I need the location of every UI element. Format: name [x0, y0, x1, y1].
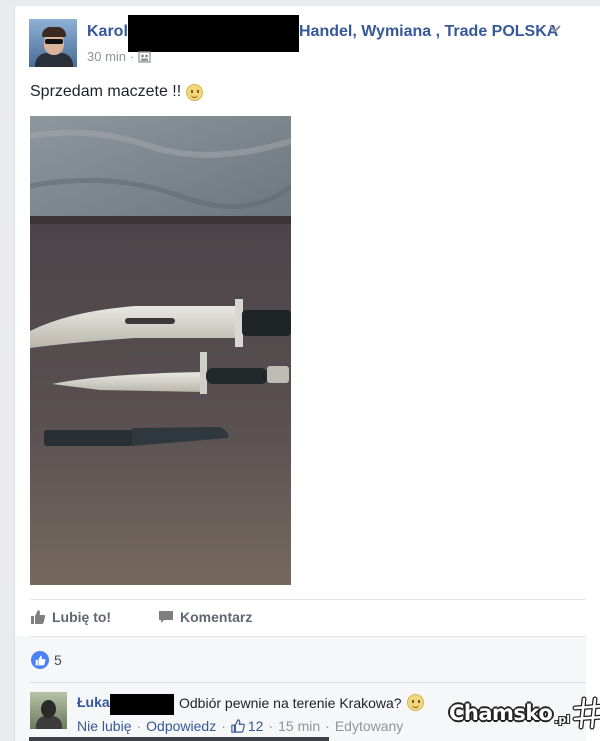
watermark-logo: Chamsko .pl [449, 696, 600, 730]
comment-timestamp[interactable]: 15 min [278, 718, 320, 734]
comment-like-count[interactable]: 12 [231, 718, 264, 734]
comment-unlike-link[interactable]: Nie lubię [77, 718, 131, 734]
redaction-bar [128, 15, 299, 52]
comment-bubble-icon [159, 611, 173, 623]
comment-reply-link[interactable]: Odpowiedz [146, 718, 216, 734]
watermark-brand: Chamsko [449, 701, 553, 725]
smiley-emoji-icon [406, 694, 424, 711]
commenter-name[interactable]: Łuka [77, 694, 110, 710]
separator-dot: · [268, 718, 274, 734]
comment-message: Odbiór pewnie na terenie Krakowa? [179, 694, 424, 711]
separator-dot: · [221, 718, 226, 734]
actions-divider-bottom [30, 636, 586, 637]
actions-divider-top [30, 599, 586, 600]
separator-dot: · [136, 718, 142, 734]
post-timestamp[interactable]: 30 min [87, 49, 126, 64]
post-author-name[interactable]: Karol [87, 23, 128, 41]
group-audience-icon [138, 50, 152, 63]
comment-text: Odbiór pewnie na terenie Krakowa? [179, 694, 402, 711]
post-text: Sprzedam maczete !! [30, 83, 182, 100]
comment-button-label: Komentarz [180, 609, 253, 625]
group-name-link[interactable]: Handel, Wymiana , Trade POLSKA [299, 23, 558, 41]
author-avatar[interactable] [29, 19, 77, 67]
post-photo[interactable] [30, 116, 291, 585]
watermark-suffix: .pl [554, 713, 571, 726]
post-meta: 30 min · [87, 49, 152, 64]
comment-like-number: 12 [247, 718, 264, 734]
comment-button[interactable]: Komentarz [158, 609, 252, 625]
comment-redaction-bar [110, 694, 174, 715]
like-button-label: Lubię to! [52, 609, 112, 625]
reaction-count: 5 [54, 652, 62, 668]
thumbs-up-icon [31, 610, 46, 624]
comment-edited-label[interactable]: Edytowany [335, 718, 403, 734]
commenter-avatar[interactable] [30, 692, 67, 729]
like-reaction-icon [31, 651, 49, 669]
hash-mark-icon [572, 696, 600, 730]
smiley-emoji-icon [186, 83, 204, 101]
post-message: Sprzedam maczete !! [30, 83, 204, 101]
chevron-down-icon[interactable] [548, 22, 562, 36]
thumbs-up-icon [231, 719, 245, 733]
meta-separator: · [130, 49, 135, 64]
bottom-edge-line [29, 737, 329, 741]
like-button[interactable]: Lubię to! [30, 609, 111, 625]
comment-actions: Nie lubię · Odpowiedz · 12 · 15 min · Ed… [77, 718, 403, 734]
separator-dot: · [325, 718, 330, 734]
reaction-summary[interactable]: 5 [31, 651, 62, 669]
comments-divider [30, 682, 586, 683]
